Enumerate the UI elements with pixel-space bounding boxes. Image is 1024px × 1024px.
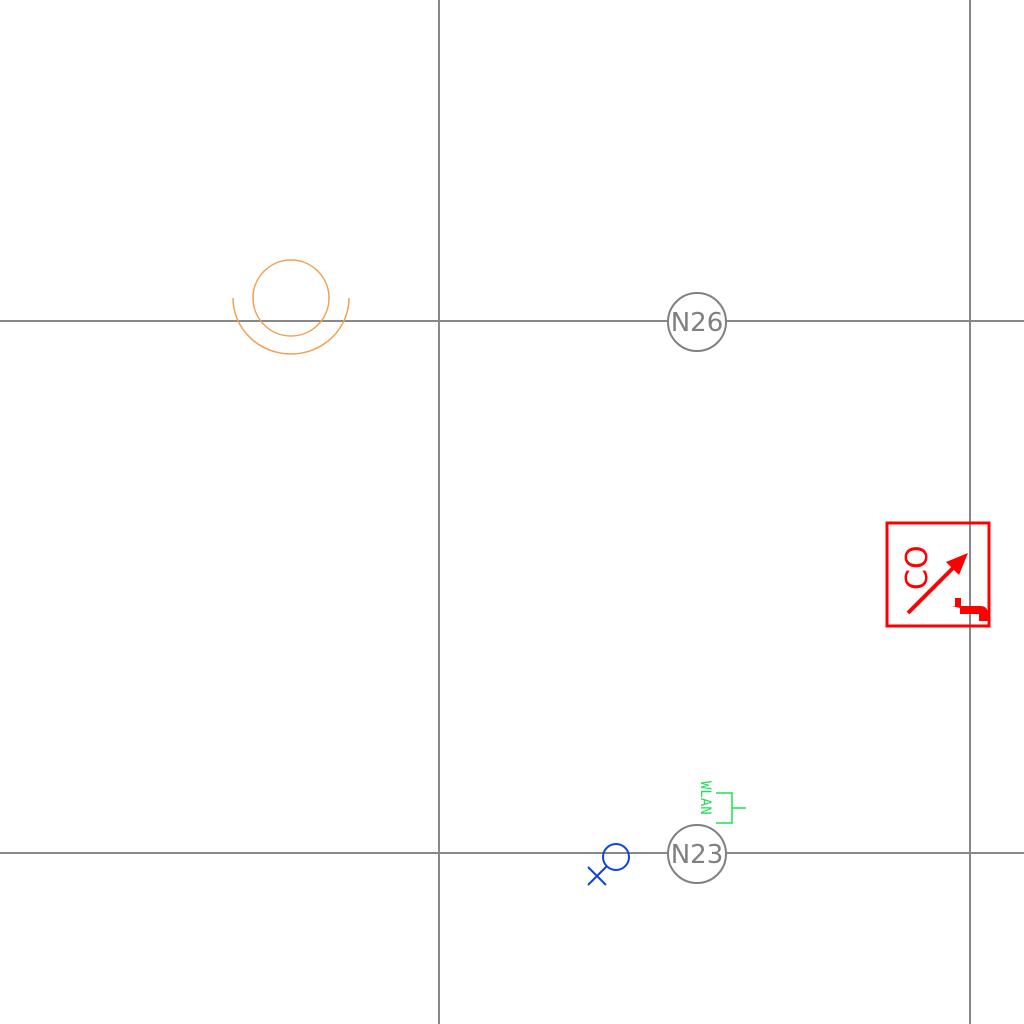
node-n26: N26	[667, 292, 727, 352]
orange-symbol-arc	[232, 297, 350, 355]
orange-symbol-circle	[252, 259, 330, 337]
wlan-bracket-icon	[716, 792, 746, 824]
orange-light-fixture-symbol	[232, 259, 350, 355]
grid	[0, 0, 1024, 1024]
blue-device-symbol	[587, 843, 630, 886]
wlan-symbol: WLAN	[697, 781, 746, 824]
co-detector-symbol: CO	[885, 521, 991, 628]
co-detector-label: CO	[900, 545, 935, 590]
wlan-label: WLAN	[697, 781, 713, 815]
node-n23-label: N23	[671, 840, 724, 870]
node-n26-label: N26	[671, 308, 724, 338]
node-n23: N23	[667, 824, 727, 884]
floor-plan-canvas: N26 N23 CO WLAN	[0, 0, 1024, 1024]
